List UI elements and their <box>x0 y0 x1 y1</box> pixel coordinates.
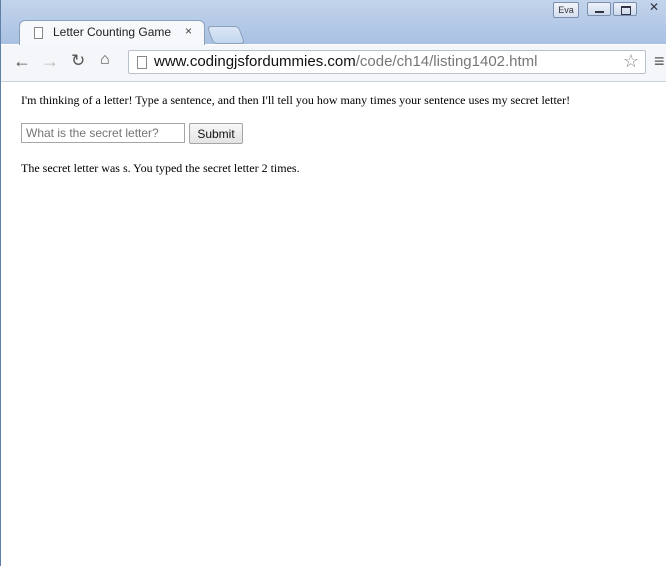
user-badge[interactable]: Eva <box>553 2 579 18</box>
minimize-button[interactable] <box>587 2 611 16</box>
bookmark-star-icon[interactable]: ☆ <box>623 51 639 72</box>
browser-toolbar: ← → ↻ ⌂ www.codingjsfordummies.com/code/… <box>1 45 666 82</box>
url-path: /code/ch14/listing1402.html <box>355 53 538 70</box>
back-arrow-icon[interactable]: ← <box>13 51 31 72</box>
maximize-button[interactable] <box>613 2 637 16</box>
forward-arrow-icon[interactable]: → <box>41 51 59 72</box>
browser-window: Eva ✕ Letter Counting Game × ← → ↻ ⌂ www… <box>0 0 666 566</box>
page-icon <box>137 56 147 69</box>
tab-title: Letter Counting Game <box>53 25 172 39</box>
tab-letter-counting-game[interactable]: Letter Counting Game × <box>19 20 205 46</box>
close-window-button[interactable]: ✕ <box>639 0 666 16</box>
secret-letter-input[interactable] <box>21 123 185 143</box>
window-controls: Eva ✕ <box>553 0 666 18</box>
url-host: www.codingjsfordummies.com <box>154 53 356 70</box>
intro-text: I'm thinking of a letter! Type a sentenc… <box>21 93 571 107</box>
maximize-icon <box>621 6 631 15</box>
page-icon <box>34 27 43 39</box>
tab-close-icon[interactable]: × <box>185 24 192 38</box>
menu-icon[interactable]: ≡ <box>654 51 665 72</box>
close-icon: ✕ <box>649 0 660 14</box>
minimize-icon <box>595 11 604 13</box>
address-bar[interactable]: www.codingjsfordummies.com/code/ch14/lis… <box>128 50 646 74</box>
reload-icon[interactable]: ↻ <box>71 51 85 71</box>
result-text: The secret letter was s. You typed the s… <box>21 161 300 175</box>
new-tab-button[interactable] <box>206 26 246 44</box>
submit-button[interactable]: Submit <box>189 123 243 144</box>
home-icon[interactable]: ⌂ <box>100 51 110 69</box>
url-text: www.codingjsfordummies.com/code/ch14/lis… <box>154 53 538 70</box>
page-content: I'm thinking of a letter! Type a sentenc… <box>2 82 666 566</box>
title-bar: Eva ✕ Letter Counting Game × <box>1 0 666 46</box>
